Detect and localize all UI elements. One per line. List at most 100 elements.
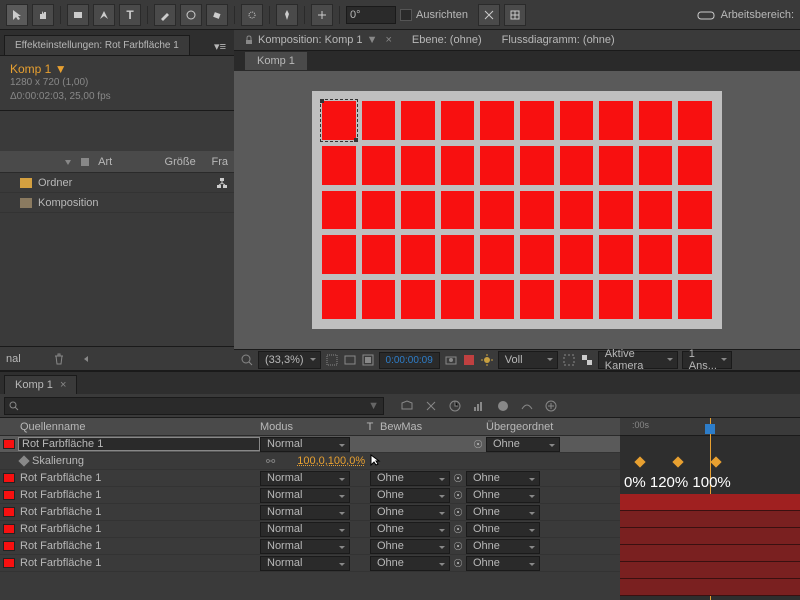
solid-layer[interactable] (441, 235, 475, 274)
solid-layer[interactable] (520, 280, 554, 319)
mask-icon[interactable] (361, 353, 375, 367)
zoom-dropdown[interactable]: (33,3%) (258, 351, 321, 369)
solid-layer[interactable] (401, 191, 435, 230)
solid-layer[interactable] (322, 101, 356, 140)
pen-tool[interactable] (93, 4, 115, 26)
mode-dropdown[interactable]: Normal (260, 556, 350, 571)
solid-layer[interactable] (480, 280, 514, 319)
trackmatte-dropdown[interactable]: Ohne (370, 505, 450, 520)
mode-dropdown[interactable]: Normal (260, 471, 350, 486)
solid-layer[interactable] (520, 146, 554, 185)
tag-icon[interactable] (80, 157, 90, 167)
solid-layer[interactable] (480, 101, 514, 140)
solid-layer[interactable] (401, 235, 435, 274)
text-tool[interactable]: T (119, 4, 141, 26)
pickwhip-icon[interactable]: ☉ (450, 489, 466, 502)
resolution-icon[interactable] (325, 353, 339, 367)
brush-tool[interactable] (154, 4, 176, 26)
color-chip[interactable] (3, 439, 15, 449)
solid-layer[interactable] (441, 101, 475, 140)
timeline-tab[interactable]: Komp 1 × (4, 375, 77, 394)
layer-bar[interactable] (620, 545, 800, 562)
parent-dropdown[interactable]: Ohne (466, 505, 540, 520)
trash-icon[interactable] (53, 353, 65, 365)
parent-dropdown[interactable]: Ohne (466, 539, 540, 554)
trackmatte-dropdown[interactable]: Ohne (370, 556, 450, 571)
solid-layer[interactable] (441, 146, 475, 185)
axis-tool[interactable] (311, 4, 333, 26)
keyframe-nav-icon[interactable] (18, 455, 29, 466)
parent-dropdown[interactable]: Ohne (466, 471, 540, 486)
col-source-name[interactable]: Quellenname (0, 421, 260, 433)
shy-icon[interactable] (398, 397, 416, 415)
close-icon[interactable]: × (60, 379, 66, 391)
parent-dropdown[interactable]: Ohne (466, 488, 540, 503)
brainstorm-icon[interactable] (494, 397, 512, 415)
pickwhip-icon[interactable]: ☉ (450, 472, 466, 485)
solid-layer[interactable] (560, 146, 594, 185)
panel-menu-icon[interactable]: ▾≡ (210, 38, 230, 55)
keyframe-marker[interactable] (672, 456, 683, 467)
color-chip[interactable] (3, 558, 15, 568)
viewer-tab-layer[interactable]: Ebene: (ohne) (412, 34, 482, 46)
pin-tool[interactable] (276, 4, 298, 26)
quality-dropdown[interactable]: Voll (498, 351, 558, 369)
close-icon[interactable]: × (385, 34, 391, 46)
scroll-left-icon[interactable] (81, 354, 91, 364)
parent-dropdown[interactable]: Ohne (466, 556, 540, 571)
project-item-folder[interactable]: Ordner (0, 173, 234, 193)
solid-layer[interactable] (441, 280, 475, 319)
keyframe-marker[interactable] (710, 456, 721, 467)
solid-layer[interactable] (362, 191, 396, 230)
pickwhip-icon[interactable]: ☉ (450, 506, 466, 519)
views-dropdown[interactable]: 1 Ans... (682, 351, 732, 369)
layer-name[interactable]: Rot Farbfläche 1 (18, 506, 260, 518)
layer-row[interactable]: Rot Farbfläche 1 Normal Ohne ☉ Ohne (0, 470, 620, 487)
solid-layer[interactable] (678, 146, 712, 185)
composition-canvas[interactable] (312, 91, 722, 329)
solid-layer[interactable] (520, 101, 554, 140)
layer-row[interactable]: Rot Farbfläche 1 Normal Ohne ☉ Ohne (0, 555, 620, 572)
layer-bar[interactable] (620, 528, 800, 545)
align-checkbox[interactable] (400, 9, 412, 21)
mode-dropdown[interactable]: Normal (260, 522, 350, 537)
camera-dropdown[interactable]: Aktive Kamera (598, 351, 678, 369)
col-framerate[interactable]: Fra (211, 156, 228, 168)
solid-layer[interactable] (401, 280, 435, 319)
color-chip[interactable] (3, 524, 15, 534)
effect-tab[interactable]: Effekteinstellungen: Rot Farbfläche 1 (4, 35, 190, 55)
constrain-icon[interactable]: ⚯ (266, 455, 275, 468)
transparency-icon[interactable] (580, 353, 594, 367)
solid-layer[interactable] (678, 191, 712, 230)
solid-layer[interactable] (599, 235, 633, 274)
layer-row[interactable]: Rot Farbfläche 1 Normal Ohne ☉ Ohne (0, 521, 620, 538)
parent-dropdown[interactable]: Ohne (466, 522, 540, 537)
magnify-icon[interactable] (240, 353, 254, 367)
mode-dropdown[interactable]: Normal (260, 505, 350, 520)
pickwhip-icon[interactable]: ☉ (470, 438, 486, 451)
pickwhip-icon[interactable]: ☉ (450, 540, 466, 553)
solid-layer[interactable] (599, 280, 633, 319)
rotobrush-tool[interactable] (241, 4, 263, 26)
grid-icon[interactable] (504, 4, 526, 26)
solid-layer[interactable] (639, 280, 673, 319)
solid-layer[interactable] (480, 146, 514, 185)
solid-layer[interactable] (520, 235, 554, 274)
canvas-area[interactable] (234, 71, 800, 349)
col-size[interactable]: Größe (165, 156, 204, 168)
project-item-comp[interactable]: Komposition (0, 193, 234, 213)
color-chip[interactable] (3, 541, 15, 551)
col-parent[interactable]: Übergeordnet (480, 421, 590, 433)
comp-subtab[interactable]: Komp 1 (244, 51, 308, 71)
timeline-graph[interactable]: :00s 0% 120% 100% (620, 418, 800, 600)
safe-zone-icon[interactable] (343, 353, 357, 367)
solid-layer[interactable] (322, 235, 356, 274)
col-bewmas[interactable]: BewMas (380, 421, 480, 433)
solid-layer[interactable] (599, 146, 633, 185)
add-icon[interactable] (542, 397, 560, 415)
solid-layer[interactable] (322, 280, 356, 319)
timecode-display[interactable]: 0:00:00:09 (379, 352, 440, 369)
layer-name[interactable]: Rot Farbfläche 1 (18, 523, 260, 535)
solid-layer[interactable] (560, 191, 594, 230)
mode-dropdown[interactable]: Normal (260, 539, 350, 554)
